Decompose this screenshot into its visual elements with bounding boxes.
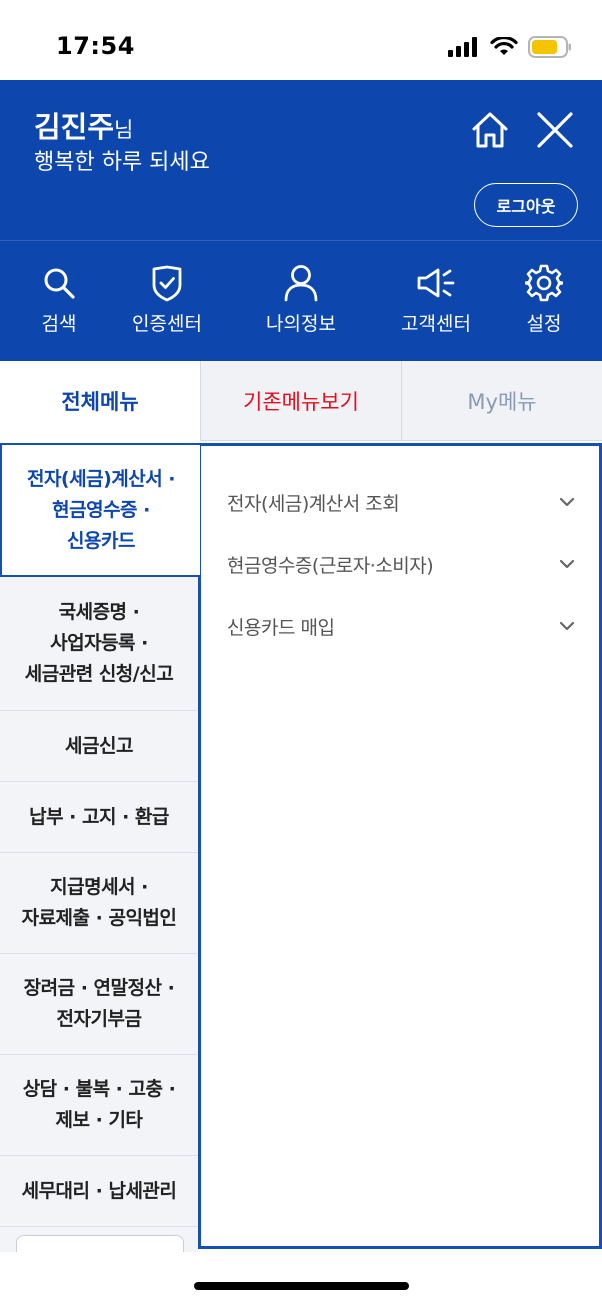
chevron-down-icon xyxy=(559,497,575,507)
category-line: 전자(세금)계산서 · xyxy=(26,467,176,490)
category-item-incentive[interactable]: 장려금 · 연말정산 · 전자기부금 xyxy=(0,954,198,1055)
quick-customer-center[interactable]: 고객센터 xyxy=(395,263,477,336)
signal-icon xyxy=(448,37,477,57)
category-line: 사업자등록 · xyxy=(50,632,148,654)
quick-search[interactable]: 검색 xyxy=(30,263,88,336)
category-line: 신용카드 xyxy=(67,529,135,552)
category-item-payment-statement[interactable]: 지급명세서 · 자료제출 · 공익법인 xyxy=(0,853,198,954)
quick-my-info[interactable]: 나의정보 xyxy=(260,263,342,336)
status-bar: 17:54 xyxy=(0,0,602,80)
category-line: 상담 · 불복 · 고충 · xyxy=(22,1078,176,1100)
category-line: 세금신고 xyxy=(65,734,133,757)
category-label: 국세증명 · 사업자등록 · 세금관련 신청/신고 xyxy=(24,597,174,690)
category-item-certificates[interactable]: 국세증명 · 사업자등록 · 세금관련 신청/신고 xyxy=(0,577,198,711)
category-label: 장려금 · 연말정산 · 전자기부금 xyxy=(24,973,175,1035)
status-icons xyxy=(448,36,572,58)
category-line: 세금관련 신청/신고 xyxy=(24,663,174,685)
home-indicator[interactable] xyxy=(194,1282,409,1290)
submenu-item-label: 전자(세금)계산서 조회 xyxy=(227,492,400,515)
menu-tabs: 전체메뉴 기존메뉴보기 My메뉴 xyxy=(0,361,602,441)
tab-my-menu[interactable]: My메뉴 xyxy=(401,361,602,441)
category-line: 국세증명 · xyxy=(58,601,140,623)
quick-cert-center[interactable]: 인증센터 xyxy=(126,263,208,336)
category-list: 전자(세금)계산서 · 현금영수증 · 신용카드 국세증명 · 사업자등록 · … xyxy=(0,443,200,1253)
category-label: 상담 · 불복 · 고충 · 제보 · 기타 xyxy=(23,1074,176,1136)
quick-cert-center-label: 인증센터 xyxy=(132,313,202,335)
category-line: 세무대리 · 납세관리 xyxy=(21,1179,177,1202)
submenu-item-credit-card-purchase[interactable]: 신용카드 매입 xyxy=(227,606,577,646)
submenu-panel: 전자(세금)계산서 조회 현금영수증(근로자·소비자) 신용카드 매입 xyxy=(198,443,602,1249)
bottom-safe-area xyxy=(0,1252,602,1304)
category-item-tax-agent[interactable]: 세무대리 · 납세관리 xyxy=(0,1156,198,1227)
tab-all-menu[interactable]: 전체메뉴 xyxy=(0,361,200,441)
close-button[interactable] xyxy=(533,108,577,152)
category-line: 지급명세서 · xyxy=(50,876,148,898)
category-item-consultation[interactable]: 상담 · 불복 · 고충 · 제보 · 기타 xyxy=(0,1055,198,1156)
category-line: 제보 · 기타 xyxy=(55,1109,143,1131)
quick-my-info-label: 나의정보 xyxy=(266,313,336,335)
quick-settings-label: 설정 xyxy=(526,313,562,335)
quick-menu-bar: 검색 인증센터 나의정보 고객센터 설정 xyxy=(0,241,602,361)
close-icon xyxy=(537,112,573,148)
category-line: 현금영수증 · xyxy=(52,498,150,521)
user-name-text: 김진주 xyxy=(34,110,115,144)
wifi-icon xyxy=(490,37,518,55)
tab-classic-menu[interactable]: 기존메뉴보기 xyxy=(200,361,401,441)
battery-icon xyxy=(528,36,571,58)
status-time: 17:54 xyxy=(56,32,135,60)
search-icon xyxy=(44,268,75,299)
user-name: 김진주님 xyxy=(34,104,133,146)
submenu-item-label: 현금영수증(근로자·소비자) xyxy=(227,554,434,577)
submenu-item-e-invoice-inquiry[interactable]: 전자(세금)계산서 조회 xyxy=(227,482,577,522)
submenu-item-label: 신용카드 매입 xyxy=(227,616,335,639)
category-item-e-invoice[interactable]: 전자(세금)계산서 · 현금영수증 · 신용카드 xyxy=(0,443,200,577)
category-line: 장려금 · 연말정산 · xyxy=(23,977,175,999)
quick-search-label: 검색 xyxy=(41,313,77,335)
megaphone-icon xyxy=(417,268,455,298)
chevron-down-icon xyxy=(559,559,575,569)
shield-check-icon xyxy=(152,265,182,302)
greeting-text: 행복한 하루 되세요 xyxy=(34,150,210,175)
gear-icon xyxy=(525,264,563,302)
user-honorific: 님 xyxy=(114,118,134,142)
category-partial-button[interactable] xyxy=(16,1235,184,1253)
user-icon xyxy=(284,265,318,302)
category-label: 전자(세금)계산서 · 현금영수증 · 신용카드 xyxy=(26,464,176,557)
category-line: 납부 · 고지 · 환급 xyxy=(29,805,169,828)
category-label: 지급명세서 · 자료제출 · 공익법인 xyxy=(22,872,177,934)
home-icon xyxy=(472,112,508,148)
logout-button[interactable]: 로그아웃 xyxy=(474,183,578,227)
category-line: 전자기부금 xyxy=(56,1008,142,1030)
quick-settings[interactable]: 설정 xyxy=(521,263,567,336)
category-line: 자료제출 · 공익법인 xyxy=(21,907,177,929)
submenu-item-cash-receipt[interactable]: 현금영수증(근로자·소비자) xyxy=(227,544,577,584)
category-item-payment[interactable]: 납부 · 고지 · 환급 xyxy=(0,782,198,853)
category-item-tax-filing[interactable]: 세금신고 xyxy=(0,711,198,782)
home-button[interactable] xyxy=(468,108,512,152)
menu-header: 김진주님 행복한 하루 되세요 로그아웃 xyxy=(0,80,602,240)
chevron-down-icon xyxy=(559,621,575,631)
quick-customer-center-label: 고객센터 xyxy=(401,313,471,335)
